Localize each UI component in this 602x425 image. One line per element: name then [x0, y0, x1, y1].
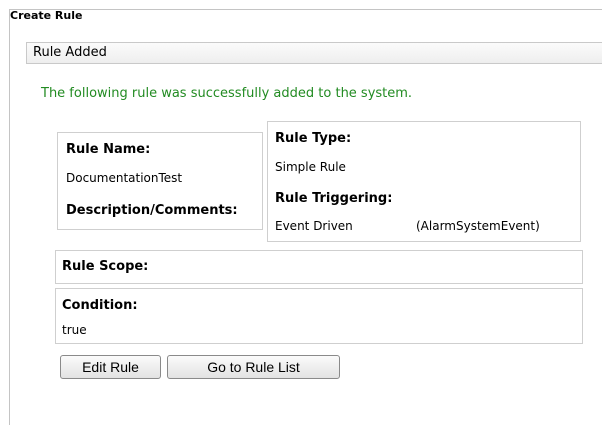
rule-triggering-event: (AlarmSystemEvent) [416, 219, 540, 233]
section-header-label: Rule Added [33, 45, 107, 60]
rule-type-value: Simple Rule [275, 160, 346, 174]
rule-type-label: Rule Type: [275, 131, 352, 146]
rule-name-value: DocumentationTest [66, 171, 183, 185]
rule-scope-label: Rule Scope: [62, 259, 149, 274]
panel-title: Create Rule [10, 9, 83, 22]
condition-value: true [62, 323, 87, 337]
section-header: Rule Added [26, 42, 602, 64]
edit-rule-button[interactable]: Edit Rule [60, 355, 161, 379]
condition-label: Condition: [62, 298, 138, 313]
description-label: Description/Comments: [66, 203, 238, 218]
rule-triggering-value: Event Driven [275, 219, 353, 233]
rule-triggering-label: Rule Triggering: [275, 191, 393, 206]
condition-box [55, 288, 583, 344]
success-message: The following rule was successfully adde… [41, 86, 413, 101]
rule-name-label: Rule Name: [66, 142, 151, 157]
go-to-rule-list-button[interactable]: Go to Rule List [167, 355, 340, 379]
